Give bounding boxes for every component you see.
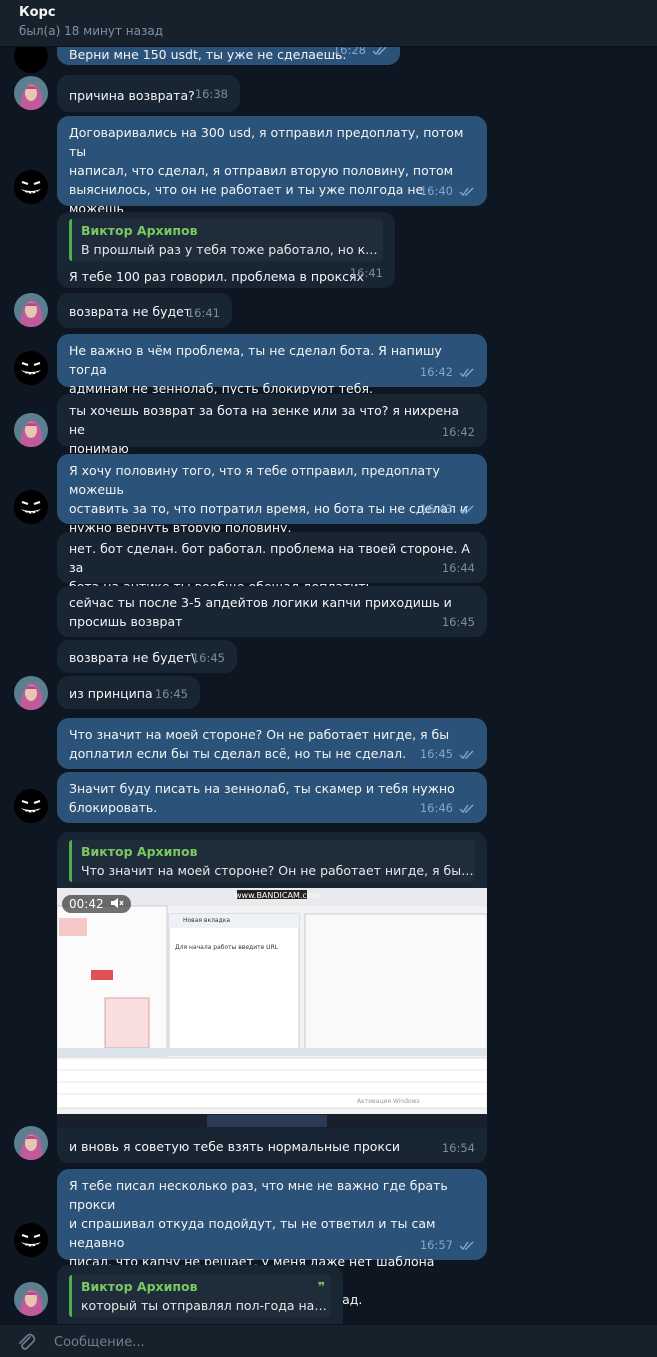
message-time: 16:45 [191,651,225,665]
video-screenshot [57,888,487,1128]
grin-face-icon [14,490,48,524]
user-photo-icon [14,1282,48,1316]
avatar[interactable] [14,1282,48,1316]
avatar[interactable] [14,413,48,447]
user-photo-icon [14,1126,48,1160]
message-bubble[interactable]: возврата не будет\ 16:45 [57,640,237,673]
message-time: 16:38 [194,87,228,101]
video-tab: Новая вкладка [183,917,231,924]
message-bubble[interactable]: причина возврата? 16:38 [57,75,240,112]
message-text: Я хочу половину того, что я тебе отправи… [69,463,468,535]
user-photo-icon [14,676,48,710]
avatar[interactable] [14,46,48,73]
message-time: 16:41 [349,266,383,280]
read-checks-icon [459,187,474,197]
message-text: Не важно в чём проблема, ты не сделал бо… [69,343,442,396]
reply-text: В прошлый раз у тебя тоже работало, но к… [81,242,383,257]
reply-text: который ты отправлял пол-года назад. [81,1298,331,1313]
muted-speaker-icon [111,898,124,908]
message-bubble[interactable]: сейчас ты после 3-5 апдейтов логики капч… [57,586,487,637]
message-time: 16:45 [154,687,188,701]
reply-text: Что значит на моей стороне? Он не работа… [81,863,475,878]
reply-quote[interactable]: Виктор Архипов ❞ который ты отправлял пол… [69,1275,331,1317]
message-bubble[interactable]: возврата не будет 16:41 [57,293,232,328]
avatar[interactable] [14,170,48,204]
message-text: Что значит на моей стороне? Он не работа… [69,727,450,761]
message-composer [0,1324,657,1357]
message-bubble[interactable]: ты хочешь возврат за бота на зенке или з… [57,394,487,456]
message-text: ты хочешь возврат за бота на зенке или з… [69,403,460,456]
message-time: 16:45 [441,615,475,629]
video-preview[interactable]: www.BANDICAM.com Новая вкладка Для начал… [57,888,487,1128]
message-text: и вновь я советую тебе взять нормальные … [69,1139,400,1154]
grin-face-icon [14,789,48,823]
message-time: 16:57 [420,1236,475,1255]
contact-status: был(а) 18 минут назад [19,24,163,38]
message-bubble[interactable]: Договаривались на 300 usd, я отправил пр… [57,116,487,235]
message-time: 16:45 [420,745,475,764]
message-bubble[interactable]: Верни мне 150 usdt, ты уже не сделаешь. … [57,46,400,65]
message-time: 16:46 [420,799,475,818]
message-bubble[interactable]: Значит буду писать на зеннолаб, ты скаме… [57,772,487,823]
message-list[interactable]: Верни мне 150 usdt, ты уже не сделаешь. … [0,46,657,1324]
chat-header[interactable]: Корс был(а) 18 минут назад [0,0,657,47]
message-bubble[interactable]: Я хочу половину того, что я тебе отправи… [57,454,487,535]
grin-face-icon [14,351,48,385]
message-time: 16:41 [186,306,220,320]
read-checks-icon [459,750,474,760]
read-checks-icon [459,1241,474,1251]
message-time: 16:44 [441,561,475,575]
user-photo-icon [14,413,48,447]
message-text: сейчас ты после 3-5 апдейтов логики капч… [69,595,452,629]
message-time: 16:42 [420,363,475,382]
message-time: 16:40 [420,182,475,201]
message-time: 16:54 [441,1141,475,1155]
message-bubble[interactable]: Что значит на моей стороне? Он не работа… [57,718,487,769]
reply-quote[interactable]: Виктор Архипов Что значит на моей сторон… [69,840,475,882]
read-checks-icon [459,368,474,378]
message-text: Значит буду писать на зеннолаб, ты скаме… [69,781,455,815]
message-time: 16:28 [333,46,388,60]
reply-author: Виктор Архипов [81,223,198,238]
video-watermark: www.BANDICAM.com [235,891,320,900]
message-text: Я тебе 100 раз говорил. проблема в прокс… [69,269,364,284]
avatar[interactable] [14,490,48,524]
attach-icon[interactable] [16,1331,36,1351]
message-bubble[interactable]: из принципа 16:45 [57,676,200,709]
reply-author: Виктор Архипов ❞ [81,1279,325,1294]
read-checks-icon [459,505,474,515]
user-photo-icon [14,293,48,327]
message-bubble[interactable]: Виктор Архипов ❞ который ты отправлял пол… [57,1265,343,1324]
message-bubble[interactable]: Не важно в чём проблема, ты не сделал бо… [57,334,487,396]
avatar[interactable] [14,1126,48,1160]
message-bubble[interactable]: Я тебе писал несколько раз, что мне не в… [57,1169,487,1307]
message-input[interactable] [52,1331,616,1353]
grin-face-icon [14,1223,48,1257]
video-windows-note: Активация Windows [357,1098,420,1105]
avatar[interactable] [14,293,48,327]
quote-icon: ❞ [317,1279,325,1294]
video-duration-badge: 00:42 [62,895,132,913]
avatar[interactable] [14,351,48,385]
contact-name[interactable]: Корс [19,5,56,20]
message-bubble[interactable]: Виктор Архипов В прошлый раз у тебя тоже… [57,212,395,288]
avatar[interactable] [14,1223,48,1257]
video-url-hint: Для начала работы введите URL [175,944,279,951]
avatar[interactable] [14,789,48,823]
message-bubble[interactable]: нет. бот сделан. бот работал. проблема н… [57,532,487,594]
avatar[interactable] [14,676,48,710]
avatar[interactable] [14,76,48,110]
reply-quote[interactable]: Виктор Архипов В прошлый раз у тебя тоже… [69,219,383,261]
video-duration: 00:42 [69,897,104,911]
grin-face-icon [14,170,48,204]
read-checks-icon [372,46,387,56]
read-checks-icon [459,804,474,814]
message-time: 16:42 [441,425,475,439]
user-photo-icon [14,76,48,110]
reply-author: Виктор Архипов [81,844,198,859]
message-time: 16:43 [420,500,475,519]
